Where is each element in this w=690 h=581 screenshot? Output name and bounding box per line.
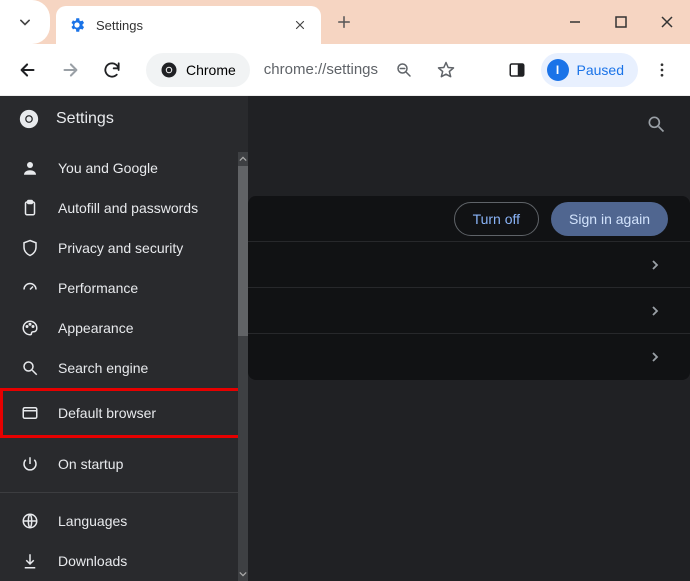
sidebar-item-performance[interactable]: Performance [0,268,248,308]
window-controls [552,0,690,44]
forward-button[interactable] [52,52,88,88]
sidebar-item-label: Search engine [58,360,148,376]
sidebar-item-on-startup[interactable]: On startup [0,444,248,484]
browser-window-icon [20,403,40,423]
sidebar-item-label: You and Google [58,160,158,176]
tablist-dropdown[interactable] [0,0,50,44]
settings-row[interactable] [248,242,690,288]
sidebar-item-label: On startup [58,456,123,472]
url-text: chrome://settings [264,61,378,78]
scrollbar-thumb[interactable] [238,166,248,336]
chevron-right-icon [650,352,660,362]
browser-tab[interactable]: Settings [56,6,321,44]
close-window-button[interactable] [644,0,690,44]
palette-icon [20,318,40,338]
sidebar-item-label: Downloads [58,553,127,569]
gear-icon [68,16,86,34]
sidebar-title: Settings [56,110,114,128]
settings-sidebar: Settings You and Google Autofill and pas… [0,96,248,581]
url-bar[interactable]: Chrome [146,53,250,87]
settings-main: Turn off Sign in again [248,96,690,581]
profile-chip[interactable]: I Paused [541,53,638,87]
sidebar-item-autofill[interactable]: Autofill and passwords [0,188,248,228]
sidebar-item-search-engine[interactable]: Search engine [0,348,248,388]
sidebar-item-appearance[interactable]: Appearance [0,308,248,348]
sidebar-item-label: Autofill and passwords [58,200,198,216]
sidebar-item-label: Languages [58,513,127,529]
sidebar-item-default-browser[interactable]: Default browser [0,388,250,438]
chrome-badge: Chrome [186,62,236,78]
shield-icon [20,238,40,258]
sync-actions-row: Turn off Sign in again [248,196,690,242]
power-icon [20,454,40,474]
paused-label: Paused [577,62,624,78]
chevron-right-icon [650,260,660,270]
sidebar-item-you-and-google[interactable]: You and Google [0,148,248,188]
content-area: Settings You and Google Autofill and pas… [0,96,690,581]
settings-row[interactable] [248,288,690,334]
sidebar-scrollbar[interactable] [238,152,248,581]
settings-row[interactable] [248,334,690,380]
new-tab-button[interactable] [329,7,359,37]
maximize-button[interactable] [598,0,644,44]
turn-off-button[interactable]: Turn off [454,202,539,236]
globe-icon [20,511,40,531]
sidebar-item-label: Default browser [58,405,156,421]
clipboard-icon [20,198,40,218]
sidebar-item-label: Performance [58,280,138,296]
search-settings-button[interactable] [646,114,666,134]
speedometer-icon [20,278,40,298]
sidebar-item-privacy[interactable]: Privacy and security [0,228,248,268]
sidebar-item-label: Appearance [58,320,134,336]
titlebar: Settings [0,0,690,44]
sidebar-item-label: Privacy and security [58,240,183,256]
sign-in-again-button[interactable]: Sign in again [551,202,668,236]
sync-card: Turn off Sign in again [248,196,690,380]
sidebar-item-languages[interactable]: Languages [0,501,248,541]
reload-button[interactable] [94,52,130,88]
chrome-logo-icon [18,108,40,130]
menu-button[interactable] [644,52,680,88]
person-icon [20,158,40,178]
side-panel-button[interactable] [499,52,535,88]
zoom-icon[interactable] [386,52,422,88]
sidebar-header: Settings [0,96,248,142]
bookmark-button[interactable] [428,52,464,88]
close-tab-button[interactable] [291,16,309,34]
scroll-down-arrow[interactable] [238,567,248,581]
scroll-up-arrow[interactable] [238,152,248,166]
chevron-right-icon [650,306,660,316]
chrome-logo-icon [160,61,178,79]
minimize-button[interactable] [552,0,598,44]
back-button[interactable] [10,52,46,88]
browser-toolbar: Chrome chrome://settings I Paused [0,44,690,96]
tab-title: Settings [96,18,281,33]
avatar: I [547,59,569,81]
search-icon [20,358,40,378]
sidebar-divider [0,492,248,493]
download-icon [20,551,40,571]
sidebar-item-downloads[interactable]: Downloads [0,541,248,581]
